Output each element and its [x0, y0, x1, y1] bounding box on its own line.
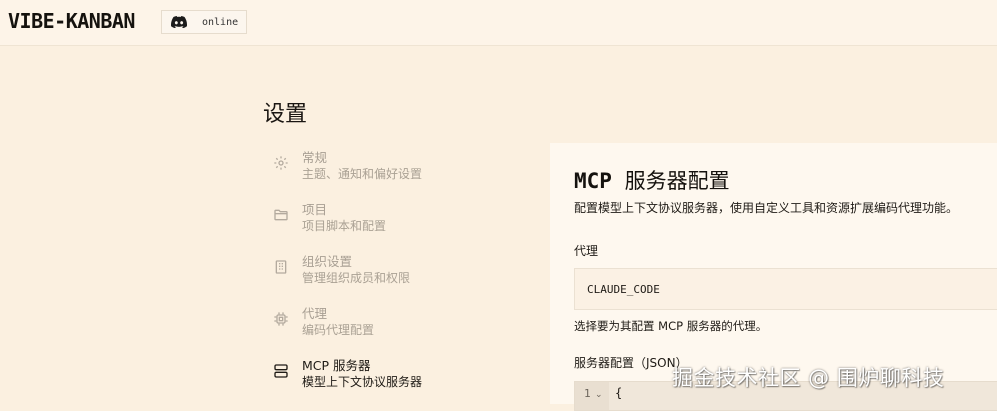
sidebar-item-description: 模型上下文协议服务器 — [302, 375, 423, 389]
agent-field-hint: 选择要为其配置 MCP 服务器的代理。 — [574, 319, 768, 333]
editor-gutter: 1 ⌄ — [575, 382, 609, 410]
cpu-icon — [272, 310, 290, 328]
page-title: 设置 — [263, 102, 308, 127]
sidebar-item-label: 代理 — [302, 306, 328, 321]
sidebar-item-label: 常规 — [302, 150, 328, 165]
sidebar-item-organization[interactable]: 组织设置 管理组织成员和权限 — [272, 254, 410, 286]
sidebar-item-description: 项目脚本和配置 — [302, 219, 387, 233]
watermark-text: 掘金技术社区 @ 围炉聊科技 — [672, 366, 945, 390]
sidebar-item-mcp-servers[interactable]: MCP 服务器 模型上下文协议服务器 — [272, 358, 422, 390]
sidebar-item-general[interactable]: 常规 主题、通知和偏好设置 — [272, 150, 422, 182]
agent-select-value: CLAUDE_CODE — [587, 282, 660, 296]
sidebar-item-label: MCP 服务器 — [302, 358, 371, 373]
gear-icon — [272, 154, 290, 172]
agent-select[interactable]: CLAUDE_CODE — [574, 268, 997, 310]
sidebar-item-label: 组织设置 — [302, 254, 353, 269]
discord-status-chip[interactable]: online — [161, 10, 248, 34]
fold-chevron-icon[interactable]: ⌄ — [595, 390, 603, 400]
building-icon — [272, 258, 290, 276]
top-bar: VIBE-KANBAN online — [0, 0, 997, 46]
panel-title: MCP 服务器配置 — [574, 165, 730, 195]
sidebar-item-description: 主题、通知和偏好设置 — [302, 167, 423, 181]
sidebar-item-description: 管理组织成员和权限 — [302, 271, 411, 285]
sidebar-item-agents[interactable]: 代理 编码代理配置 — [272, 306, 374, 338]
folder-icon — [272, 206, 290, 224]
sidebar-item-description: 编码代理配置 — [302, 323, 375, 337]
panel-title-prefix: MCP — [574, 169, 612, 193]
line-number: 1 — [584, 387, 591, 400]
server-icon — [272, 362, 290, 380]
json-config-label: 服务器配置（JSON） — [574, 356, 688, 370]
panel-description: 配置模型上下文协议服务器，使用自定义工具和资源扩展编码代理功能。 — [574, 201, 959, 215]
sidebar-item-projects[interactable]: 项目 项目脚本和配置 — [272, 202, 386, 234]
editor-code-line[interactable]: { — [615, 386, 622, 400]
app-logo[interactable]: VIBE-KANBAN — [8, 10, 135, 32]
discord-status-text: online — [202, 16, 239, 28]
sidebar-item-label: 项目 — [302, 202, 328, 217]
discord-icon — [170, 15, 188, 29]
agent-field-label: 代理 — [574, 244, 599, 258]
panel-title-suffix: 服务器配置 — [624, 169, 730, 193]
